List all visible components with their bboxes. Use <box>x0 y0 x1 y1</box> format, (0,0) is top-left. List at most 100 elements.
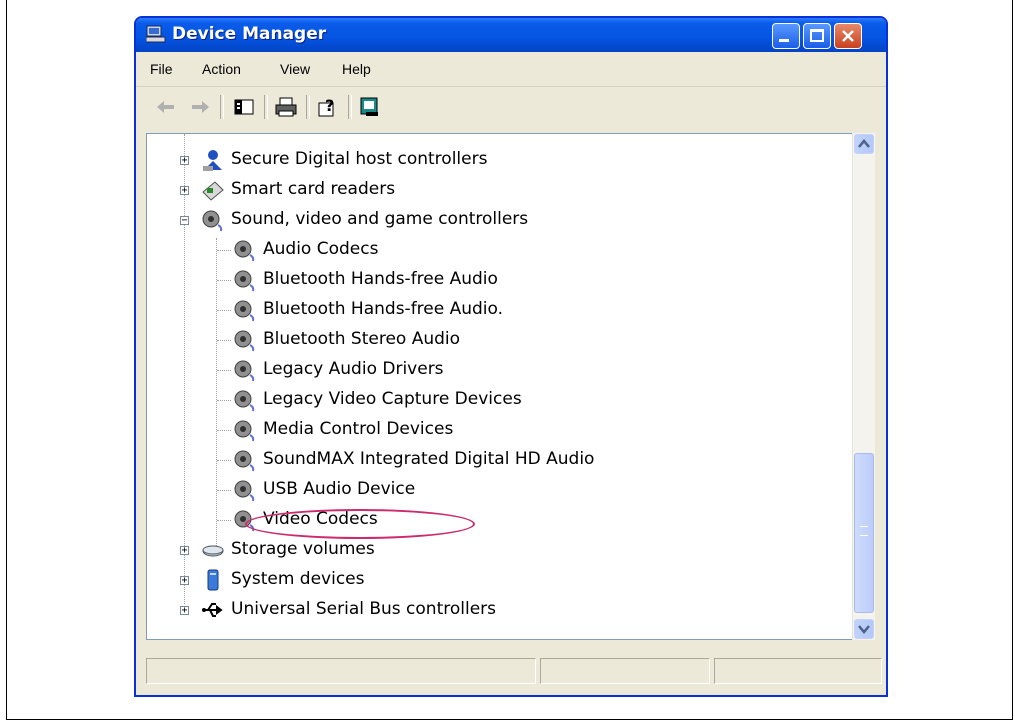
tree-connector <box>217 490 231 491</box>
vertical-scrollbar[interactable] <box>852 133 875 640</box>
scroll-up-button[interactable] <box>854 134 874 154</box>
device-tree: + Secure Digital host controllers + Smar… <box>146 133 864 640</box>
scroll-down-button[interactable] <box>854 619 874 639</box>
help-icon[interactable]: ? <box>316 95 340 119</box>
menu-view[interactable]: View <box>280 61 310 77</box>
tree-connector <box>217 250 231 251</box>
scroll-thumb[interactable] <box>854 453 874 613</box>
expand-toggle[interactable]: + <box>180 156 189 166</box>
minimize-icon <box>779 39 789 42</box>
tree-label: Legacy Video Capture Devices <box>263 389 522 409</box>
tree-label: Bluetooth Stereo Audio <box>263 329 461 349</box>
tree-label: Bluetooth Hands-free Audio <box>263 269 498 289</box>
plus-icon: + <box>181 185 188 196</box>
maximize-icon <box>810 29 824 42</box>
tree-label: Secure Digital host controllers <box>231 149 488 169</box>
tree-item[interactable]: Bluetooth Stereo Audio <box>147 326 847 356</box>
tree-connector <box>217 460 231 461</box>
tree-category[interactable]: + Smart card readers <box>147 176 847 206</box>
close-icon <box>842 30 854 42</box>
tree-category[interactable]: + Storage volumes <box>147 536 847 566</box>
status-bar <box>146 654 882 688</box>
properties-pane-icon[interactable] <box>232 95 256 119</box>
tree-item[interactable]: Bluetooth Hands-free Audio. <box>147 296 847 326</box>
expand-toggle[interactable]: + <box>180 605 189 616</box>
speaker-icon <box>234 420 255 442</box>
toolbar: ? <box>136 87 886 127</box>
tree-label: Universal Serial Bus controllers <box>231 599 497 619</box>
maximize-button[interactable] <box>803 23 831 49</box>
tree-label: Bluetooth Hands-free Audio. <box>263 299 504 319</box>
speaker-icon <box>234 330 255 352</box>
tree-label: Legacy Audio Drivers <box>263 359 444 379</box>
close-button[interactable] <box>834 23 862 49</box>
window-title: Device Manager <box>172 24 327 44</box>
tree-label: Sound, video and game controllers <box>231 209 529 229</box>
speaker-icon <box>234 240 255 262</box>
tree-item[interactable]: Media Control Devices <box>147 416 847 446</box>
plus-icon: + <box>181 545 188 556</box>
storage-icon <box>202 545 224 557</box>
toolbar-separator <box>306 95 310 119</box>
tree-category[interactable]: + Universal Serial Bus controllers <box>147 596 847 626</box>
smart-card-icon <box>202 181 224 201</box>
computer-icon <box>146 25 166 43</box>
print-icon[interactable] <box>274 95 298 119</box>
chevron-up-icon <box>858 139 870 148</box>
menu-action[interactable]: Action <box>202 61 241 77</box>
back-arrow-icon[interactable] <box>154 95 178 119</box>
tree-category[interactable]: − Sound, video and game controllers <box>147 206 847 236</box>
tree-item-usb-audio[interactable]: USB Audio Device <box>147 476 847 506</box>
speaker-icon <box>234 300 255 322</box>
tree-label: Storage volumes <box>231 539 375 559</box>
expand-toggle[interactable]: + <box>180 185 189 196</box>
scan-hardware-icon[interactable] <box>358 95 382 119</box>
tree-item[interactable]: Bluetooth Hands-free Audio <box>147 266 847 296</box>
usb-icon <box>202 603 223 617</box>
plus-icon: + <box>181 575 188 586</box>
tree-item[interactable]: Legacy Audio Drivers <box>147 356 847 386</box>
title-bar[interactable]: Device Manager <box>136 18 886 52</box>
tree-label: Smart card readers <box>231 179 396 199</box>
tree-connector <box>217 520 231 521</box>
expand-toggle[interactable]: + <box>180 545 189 556</box>
expand-toggle[interactable]: + <box>180 575 189 586</box>
grip-icon <box>860 526 868 536</box>
tree-label: System devices <box>231 569 365 589</box>
chevron-down-icon <box>858 625 870 634</box>
menu-bar: File Action View Help <box>136 52 886 87</box>
tree-connector <box>217 310 231 311</box>
toolbar-separator <box>264 95 268 119</box>
tree-label: Media Control Devices <box>263 419 454 439</box>
menu-help[interactable]: Help <box>342 61 371 77</box>
forward-arrow-icon[interactable] <box>188 95 212 119</box>
tree-item[interactable]: SoundMAX Integrated Digital HD Audio <box>147 446 847 476</box>
tree-category[interactable]: + System devices <box>147 566 847 596</box>
speaker-icon <box>234 270 255 292</box>
tree-label: USB Audio Device <box>263 479 416 499</box>
usb-audio-highlight-ellipse <box>245 509 475 539</box>
tree-connector <box>217 370 231 371</box>
tree-category[interactable]: + Secure Digital host controllers <box>147 146 847 176</box>
tree-connector <box>217 280 231 281</box>
tree-item[interactable]: Audio Codecs <box>147 236 847 266</box>
menu-file[interactable]: File <box>150 61 173 77</box>
status-pane <box>540 658 710 684</box>
toolbar-separator <box>348 95 352 119</box>
speaker-icon <box>234 390 255 412</box>
status-pane <box>146 658 536 684</box>
plus-icon: + <box>181 605 188 616</box>
svg-text:?: ? <box>325 96 334 115</box>
tree-label: SoundMAX Integrated Digital HD Audio <box>263 449 595 469</box>
tree-item[interactable]: Legacy Video Capture Devices <box>147 386 847 416</box>
sd-host-icon <box>203 150 222 171</box>
tree-label: Audio Codecs <box>263 239 379 259</box>
tree-connector <box>217 340 231 341</box>
speaker-icon <box>202 210 223 232</box>
minimize-button[interactable] <box>772 23 800 49</box>
status-pane <box>714 658 882 684</box>
toolbar-separator <box>220 95 224 119</box>
expand-toggle[interactable]: − <box>180 215 189 226</box>
minus-icon: − <box>181 215 188 226</box>
tree-connector <box>217 430 231 431</box>
